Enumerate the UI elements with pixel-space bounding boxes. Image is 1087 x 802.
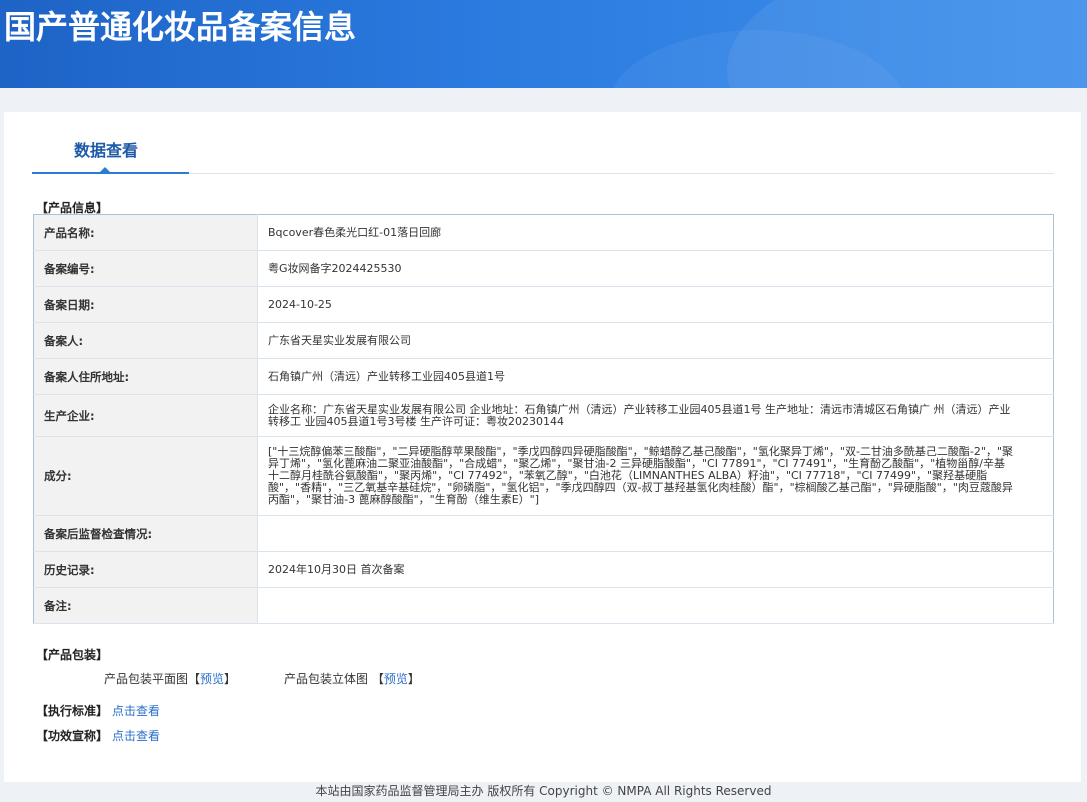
row-value: ["十三烷醇偏苯三酸酯"，"二异硬脂醇苹果酸酯"，"季戊四醇四异硬脂酸酯"，"鲸… <box>257 436 1054 516</box>
tab-bar: 数据查看 <box>32 112 1054 174</box>
table-row: 备注: <box>33 587 1054 624</box>
row-value: 企业名称：广东省天星实业发展有限公司 企业地址：石角镇广州（清远）产业转移工业园… <box>257 394 1054 437</box>
row-key: 备注: <box>33 587 258 624</box>
packaging-flat-label: 产品包装平面图【 <box>104 672 201 686</box>
packaging-solid-label: 产品包装立体图 【 <box>284 672 384 686</box>
table-row: 备案日期: 2024-10-25 <box>33 286 1054 323</box>
row-key: 成分: <box>33 436 258 516</box>
preview-flat-link[interactable]: 预览 <box>200 672 224 686</box>
row-key: 备案人: <box>33 322 258 359</box>
packaging-solid-item: 产品包装立体图 【预览】 <box>284 670 420 687</box>
bracket-close: 】 <box>407 672 420 686</box>
page-header: 国产普通化妆品备案信息 <box>0 0 1087 88</box>
preview-solid-link[interactable]: 预览 <box>384 672 408 686</box>
table-row: 成分: ["十三烷醇偏苯三酸酯"，"二异硬脂醇苹果酸酯"，"季戊四醇四异硬脂酸酯… <box>33 436 1054 516</box>
efficacy-view-link[interactable]: 点击查看 <box>112 727 160 744</box>
packaging-flat-item: 产品包装平面图【预览】 <box>104 670 236 687</box>
efficacy-title: 【功效宣称】 <box>36 729 109 743</box>
row-key: 产品名称: <box>33 214 258 251</box>
row-value: 粤G妆网备字2024425530 <box>257 250 1054 287</box>
row-value: 广东省天星实业发展有限公司 <box>257 322 1054 359</box>
bracket-close: 】 <box>224 672 237 686</box>
row-value: 2024年10月30日 首次备案 <box>257 551 1054 588</box>
tab-caret-icon <box>99 167 111 173</box>
table-row: 备案后监督检查情况: <box>33 515 1054 552</box>
row-key: 备案日期: <box>33 286 258 323</box>
row-value: 石角镇广州（清远）产业转移工业园405县道1号 <box>257 358 1054 395</box>
table-row: 备案人: 广东省天星实业发展有限公司 <box>33 322 1054 359</box>
tab-data-view[interactable]: 数据查看 <box>32 112 189 174</box>
product-info-table: 产品名称: Bqcover春色柔光口红-01落日回廊 备案编号: 粤G妆网备字2… <box>33 214 1054 624</box>
row-value <box>257 515 1054 552</box>
packaging-title: 【产品包装】 <box>36 648 109 662</box>
main-panel: 数据查看 【产品信息】 产品名称: Bqcover春色柔光口红-01落日回廊 备… <box>4 112 1081 782</box>
row-key: 备案编号: <box>33 250 258 287</box>
row-value: 2024-10-25 <box>257 286 1054 323</box>
table-row: 备案人住所地址: 石角镇广州（清远）产业转移工业园405县道1号 <box>33 358 1054 395</box>
tab-label: 数据查看 <box>73 141 138 160</box>
row-value <box>257 587 1054 624</box>
row-value: Bqcover春色柔光口红-01落日回廊 <box>257 214 1054 251</box>
table-row: 产品名称: Bqcover春色柔光口红-01落日回廊 <box>33 214 1054 251</box>
page-title: 国产普通化妆品备案信息 <box>4 8 357 46</box>
page-footer: 本站由国家药品监督管理局主办 版权所有 Copyright © NMPA All… <box>315 784 772 798</box>
standard-view-link[interactable]: 点击查看 <box>112 702 160 719</box>
table-row: 历史记录: 2024年10月30日 首次备案 <box>33 551 1054 588</box>
row-key: 备案人住所地址: <box>33 358 258 395</box>
table-row: 生产企业: 企业名称：广东省天星实业发展有限公司 企业地址：石角镇广州（清远）产… <box>33 394 1054 437</box>
standard-title: 【执行标准】 <box>36 704 109 718</box>
row-key: 历史记录: <box>33 551 258 588</box>
table-row: 备案编号: 粤G妆网备字2024425530 <box>33 250 1054 287</box>
row-key: 生产企业: <box>33 394 258 437</box>
row-key: 备案后监督检查情况: <box>33 515 258 552</box>
